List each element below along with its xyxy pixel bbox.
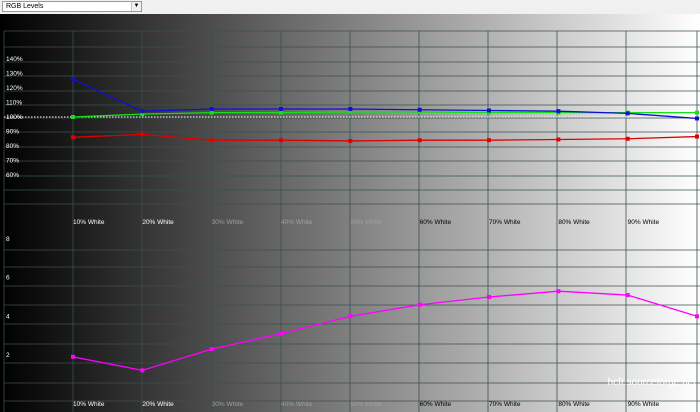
data-point-red bbox=[209, 138, 214, 143]
category-label: 80% White bbox=[558, 401, 590, 408]
data-point-red bbox=[695, 134, 699, 139]
data-point-red bbox=[279, 138, 283, 143]
category-label: 70% White bbox=[489, 219, 521, 226]
data-point-green bbox=[279, 110, 283, 115]
data-point-blue bbox=[348, 107, 353, 112]
data-point-blue bbox=[140, 109, 145, 114]
data-point-magenta bbox=[695, 314, 699, 319]
data-point-red bbox=[348, 138, 353, 143]
y-tick-label: 120% bbox=[6, 85, 23, 92]
data-point-blue bbox=[556, 109, 561, 114]
y-tick-label: 110% bbox=[6, 100, 22, 107]
data-point-red bbox=[140, 132, 145, 137]
data-point-blue bbox=[695, 116, 699, 121]
data-point-red bbox=[417, 138, 422, 143]
category-label: 90% White bbox=[628, 401, 660, 408]
data-point-green bbox=[71, 115, 75, 119]
category-label: 10% White bbox=[73, 401, 105, 408]
data-point-red bbox=[487, 138, 491, 143]
data-point-magenta bbox=[625, 293, 630, 298]
data-point-magenta bbox=[140, 368, 145, 373]
watermark: hcfr.sourceforge.net bbox=[608, 377, 697, 388]
data-point-red bbox=[71, 135, 75, 140]
category-label: 60% White bbox=[420, 219, 452, 226]
y-tick-label: 8 bbox=[6, 236, 10, 243]
data-point-magenta bbox=[487, 295, 491, 299]
category-label: 10% White bbox=[73, 219, 105, 226]
data-point-magenta bbox=[417, 302, 422, 307]
category-label: 80% White bbox=[558, 219, 590, 226]
rgb-levels-chart: 140% 130% 120% 110% 100% 90% 80% 70% 60% 8 6 4 2 10%… bbox=[0, 14, 700, 412]
data-point-magenta bbox=[279, 331, 283, 336]
y-tick-label: 70% bbox=[6, 158, 19, 165]
view-select-value: RGB Levels bbox=[6, 3, 44, 10]
data-point-red bbox=[556, 137, 561, 142]
y-tick-label: 60% bbox=[6, 172, 19, 179]
data-point-blue bbox=[71, 77, 75, 82]
chart-canvas: 140% 130% 120% 110% 100% 90% 80% 70% 60% 8 6 4 2 10%… bbox=[0, 14, 700, 412]
y-tick-label: 4 bbox=[6, 313, 10, 320]
data-point-blue bbox=[487, 108, 491, 113]
category-label: 60% White bbox=[420, 401, 452, 408]
category-label: 30% White bbox=[212, 219, 244, 226]
category-label: 30% White bbox=[212, 401, 244, 408]
category-label: 20% White bbox=[142, 401, 174, 408]
data-point-green bbox=[209, 110, 214, 115]
data-point-blue bbox=[209, 107, 214, 112]
data-point-green bbox=[695, 110, 699, 115]
category-label: 20% White bbox=[142, 219, 174, 226]
category-label: 50% White bbox=[350, 219, 382, 226]
y-tick-label: 80% bbox=[6, 143, 19, 150]
data-point-red bbox=[625, 136, 630, 141]
y-tick-label: 6 bbox=[6, 275, 10, 282]
data-point-magenta bbox=[348, 314, 353, 319]
data-point-blue bbox=[417, 107, 422, 112]
toolbar: RGB Levels ▼ bbox=[0, 0, 700, 15]
y-tick-label: 100% bbox=[6, 114, 23, 121]
category-label: 40% White bbox=[281, 219, 313, 226]
chevron-down-icon[interactable]: ▼ bbox=[131, 2, 141, 11]
y-tick-label: 130% bbox=[6, 71, 23, 78]
data-point-magenta bbox=[556, 289, 561, 294]
category-label: 90% White bbox=[628, 219, 660, 226]
category-label: 50% White bbox=[350, 401, 382, 408]
y-tick-label: 90% bbox=[6, 129, 19, 136]
data-point-magenta bbox=[71, 354, 75, 359]
data-point-blue bbox=[279, 107, 283, 112]
y-tick-label: 2 bbox=[6, 352, 10, 359]
view-select[interactable]: RGB Levels ▼ bbox=[2, 1, 142, 12]
category-label: 40% White bbox=[281, 401, 313, 408]
data-point-magenta bbox=[209, 347, 214, 352]
category-label: 70% White bbox=[489, 401, 521, 408]
data-point-blue bbox=[625, 111, 630, 116]
y-tick-label: 140% bbox=[6, 56, 23, 63]
